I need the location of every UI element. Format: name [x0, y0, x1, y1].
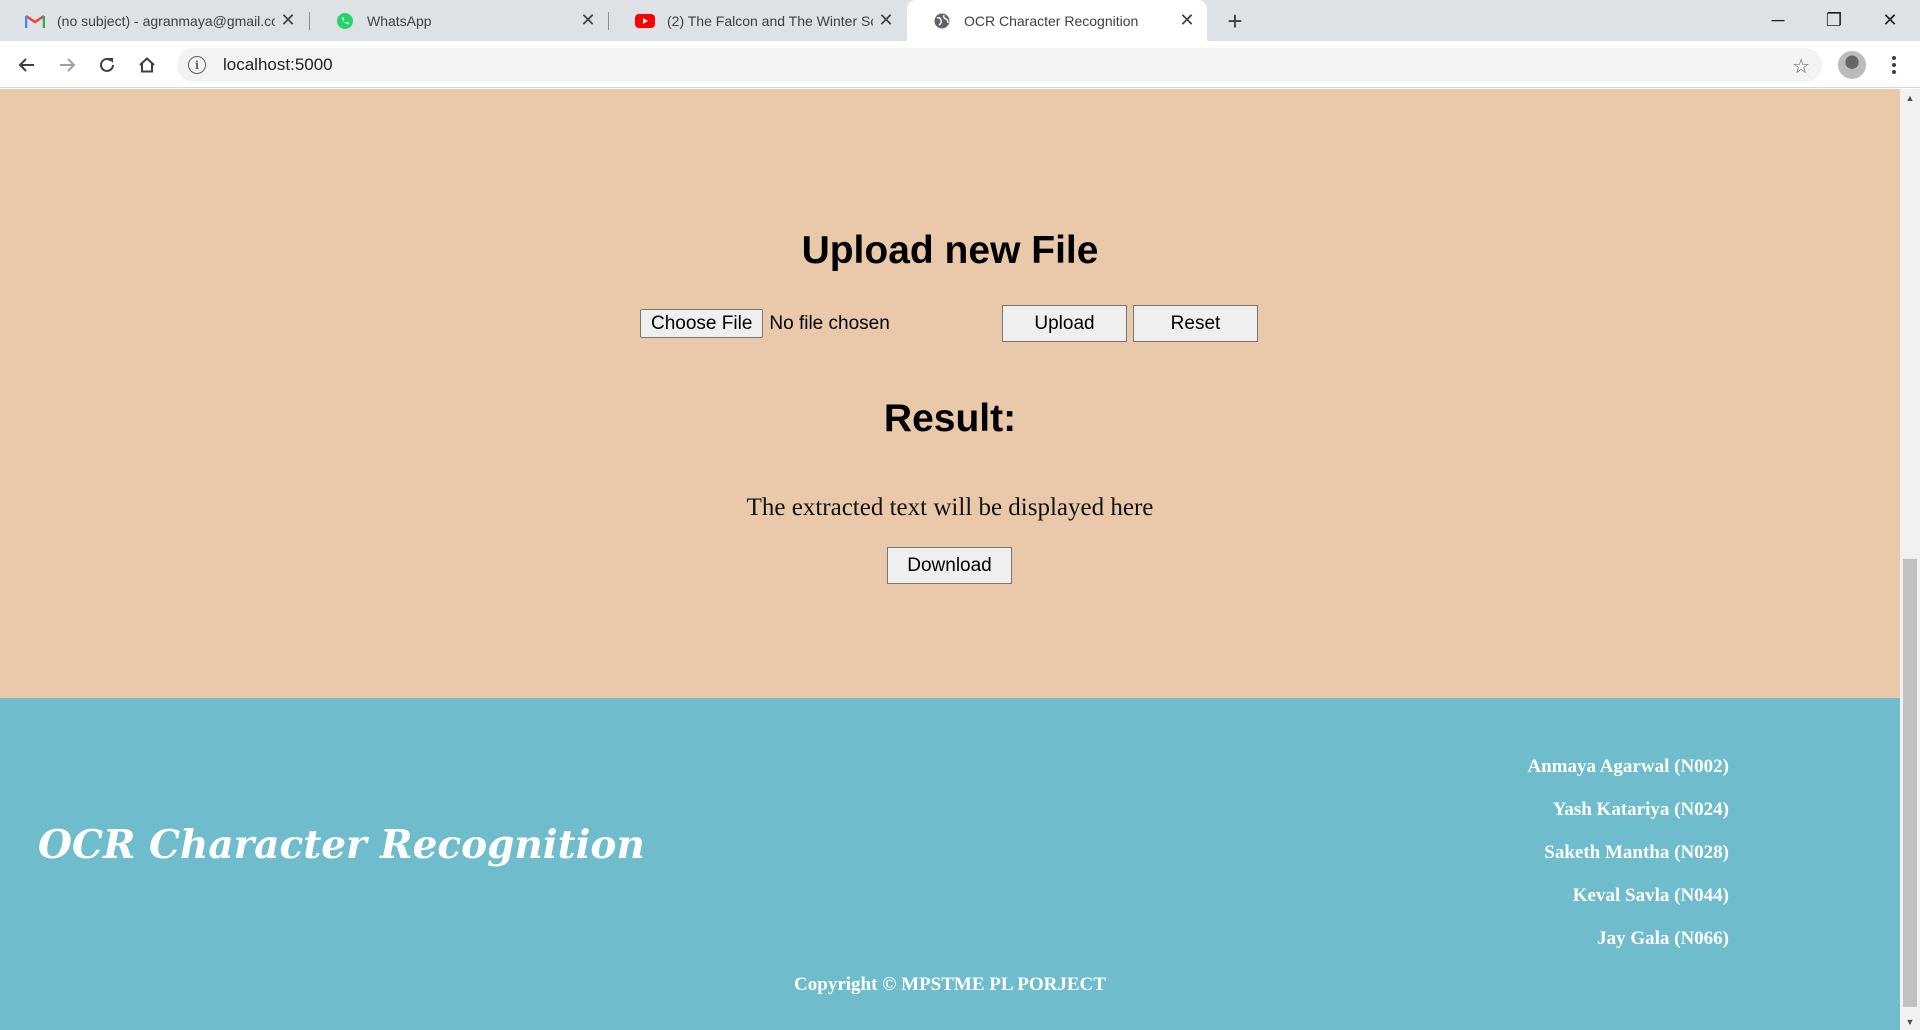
forward-arrow-icon — [60, 58, 76, 72]
page-viewport: Upload new File Choose File No file chos… — [0, 89, 1900, 1030]
tab-title: (2) The Falcon and The Winter Soldier — [667, 12, 873, 29]
footer-brand: OCR Character Recognition — [38, 822, 645, 868]
url-text[interactable]: localhost:5000 — [223, 55, 333, 75]
upload-heading: Upload new File — [801, 229, 1099, 272]
address-bar[interactable]: i localhost:5000 ☆ — [177, 48, 1822, 82]
scroll-thumb[interactable] — [1903, 559, 1917, 1007]
copyright-text: Copyright © MPSTME PL PORJECT — [794, 974, 1106, 995]
upload-button[interactable]: Upload — [1002, 305, 1127, 342]
close-tab-icon[interactable]: ✕ — [873, 8, 899, 34]
tab-title: WhatsApp — [367, 12, 432, 29]
tab-separator — [608, 12, 609, 30]
team-member: Yash Katariya (N024) — [1552, 799, 1729, 820]
reload-button[interactable] — [91, 49, 123, 81]
tab-title: (no subject) - agranmaya@gmail.com — [57, 12, 275, 29]
whatsapp-icon — [335, 11, 355, 31]
download-button[interactable]: Download — [887, 547, 1012, 584]
home-icon — [139, 57, 155, 73]
footer: OCR Character Recognition Anmaya Agarwal… — [0, 698, 1900, 1030]
bookmark-star-icon[interactable]: ☆ — [1792, 54, 1810, 79]
close-window-button[interactable]: ✕ — [1862, 0, 1918, 41]
team-member: Anmaya Agarwal (N002) — [1527, 756, 1729, 777]
choose-file-button[interactable]: Choose File — [640, 309, 764, 338]
reset-button[interactable]: Reset — [1133, 305, 1258, 342]
browser-tabstrip: (no subject) - agranmaya@gmail.com ✕ Wha… — [0, 0, 1920, 41]
tab-ocr[interactable]: OCR Character Recognition ✕ — [907, 0, 1207, 41]
tab-gmail[interactable]: (no subject) - agranmaya@gmail.com ✕ — [0, 0, 308, 41]
result-text: The extracted text will be displayed her… — [746, 494, 1154, 521]
tab-youtube[interactable]: (2) The Falcon and The Winter Soldier ✕ — [610, 0, 906, 41]
youtube-icon — [635, 11, 655, 31]
reload-icon — [100, 57, 114, 72]
team-member: Jay Gala (N066) — [1597, 928, 1729, 949]
globe-icon — [932, 11, 952, 31]
no-file-label: No file chosen — [769, 312, 890, 334]
tab-title: OCR Character Recognition — [964, 12, 1139, 29]
scroll-down-arrow-icon[interactable]: ▼ — [1900, 1013, 1920, 1030]
site-info-icon[interactable]: i — [188, 56, 206, 74]
minimize-button[interactable]: ─ — [1750, 0, 1806, 41]
main-section: Upload new File Choose File No file chos… — [0, 89, 1900, 698]
team-member: Keval Savla (N044) — [1572, 885, 1729, 906]
team-members-list: Anmaya Agarwal (N002) Yash Katariya (N02… — [1527, 756, 1729, 971]
restore-button[interactable]: ❐ — [1806, 0, 1862, 41]
close-tab-icon[interactable]: ✕ — [1174, 8, 1200, 34]
home-button[interactable] — [131, 49, 163, 81]
back-arrow-icon — [18, 58, 34, 72]
team-member: Saketh Mantha (N028) — [1544, 842, 1729, 863]
profile-avatar[interactable] — [1838, 51, 1866, 79]
result-heading: Result: — [883, 397, 1017, 440]
forward-button[interactable] — [51, 49, 83, 81]
page-scrollbar[interactable]: ▲ ▼ — [1900, 89, 1920, 1030]
close-tab-icon[interactable]: ✕ — [575, 8, 601, 34]
gmail-icon — [25, 11, 45, 31]
back-button[interactable] — [11, 49, 43, 81]
tab-whatsapp[interactable]: WhatsApp ✕ — [310, 0, 608, 41]
scroll-up-arrow-icon[interactable]: ▲ — [1900, 89, 1920, 106]
browser-menu-icon[interactable] — [1880, 49, 1908, 81]
new-tab-button[interactable]: + — [1221, 6, 1249, 36]
file-input[interactable]: Choose File No file chosen — [640, 309, 890, 338]
browser-toolbar: i localhost:5000 ☆ — [0, 41, 1920, 88]
close-tab-icon[interactable]: ✕ — [275, 8, 301, 34]
